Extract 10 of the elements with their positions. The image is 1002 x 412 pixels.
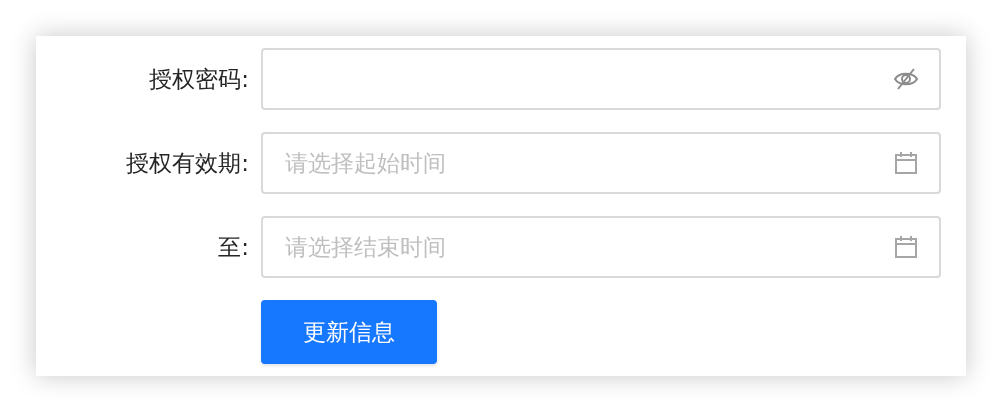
field-label: 至: [218,232,249,262]
eye-slash-icon[interactable] [893,66,919,92]
password-field[interactable] [261,48,941,110]
update-button[interactable]: 更新信息 [261,300,437,364]
date-field[interactable]: 请选择起始时间 [261,132,941,194]
calendar-icon[interactable] [893,150,919,176]
field-label: 授权有效期: [126,148,249,178]
date-field[interactable]: 请选择结束时间 [261,216,941,278]
field-label: 授权密码: [149,64,249,94]
calendar-icon[interactable] [893,234,919,260]
